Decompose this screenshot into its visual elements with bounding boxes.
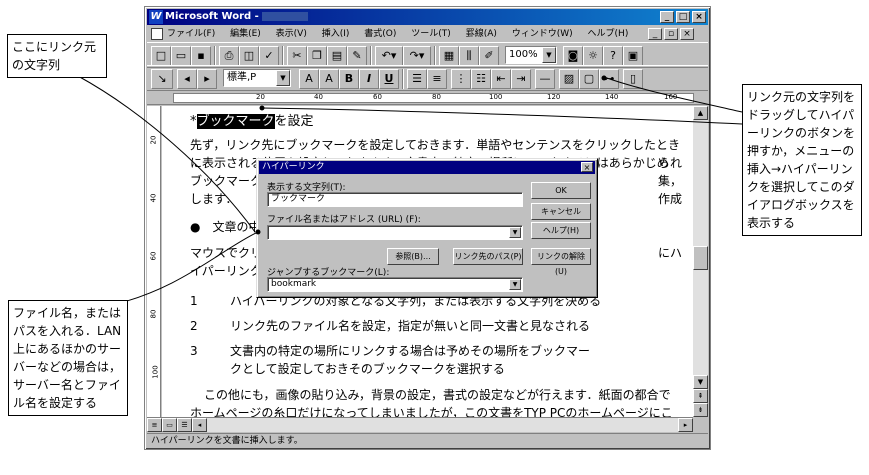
callout-leader-right-2 <box>603 76 743 113</box>
callout-dot <box>259 105 265 111</box>
callout-leader-right-1 <box>261 107 743 125</box>
callout-top-left: ここにリンク元の文字列 <box>7 34 107 78</box>
callout-bottom-left: ファイル名，またはパスを入れる．LAN上にあるほかのサーバーなどの場合は，サーバ… <box>8 300 128 416</box>
callout-leader-top-left <box>77 75 256 233</box>
callout-dot <box>601 75 607 81</box>
callout-right: リンク元の文字列をドラッグしてハイパーリンクのボタンを押すか，メニューの挿入→ハ… <box>742 84 862 236</box>
callout-leader-bottom-left <box>107 231 259 307</box>
callout-lines <box>77 75 743 307</box>
callout-dot <box>255 229 261 235</box>
